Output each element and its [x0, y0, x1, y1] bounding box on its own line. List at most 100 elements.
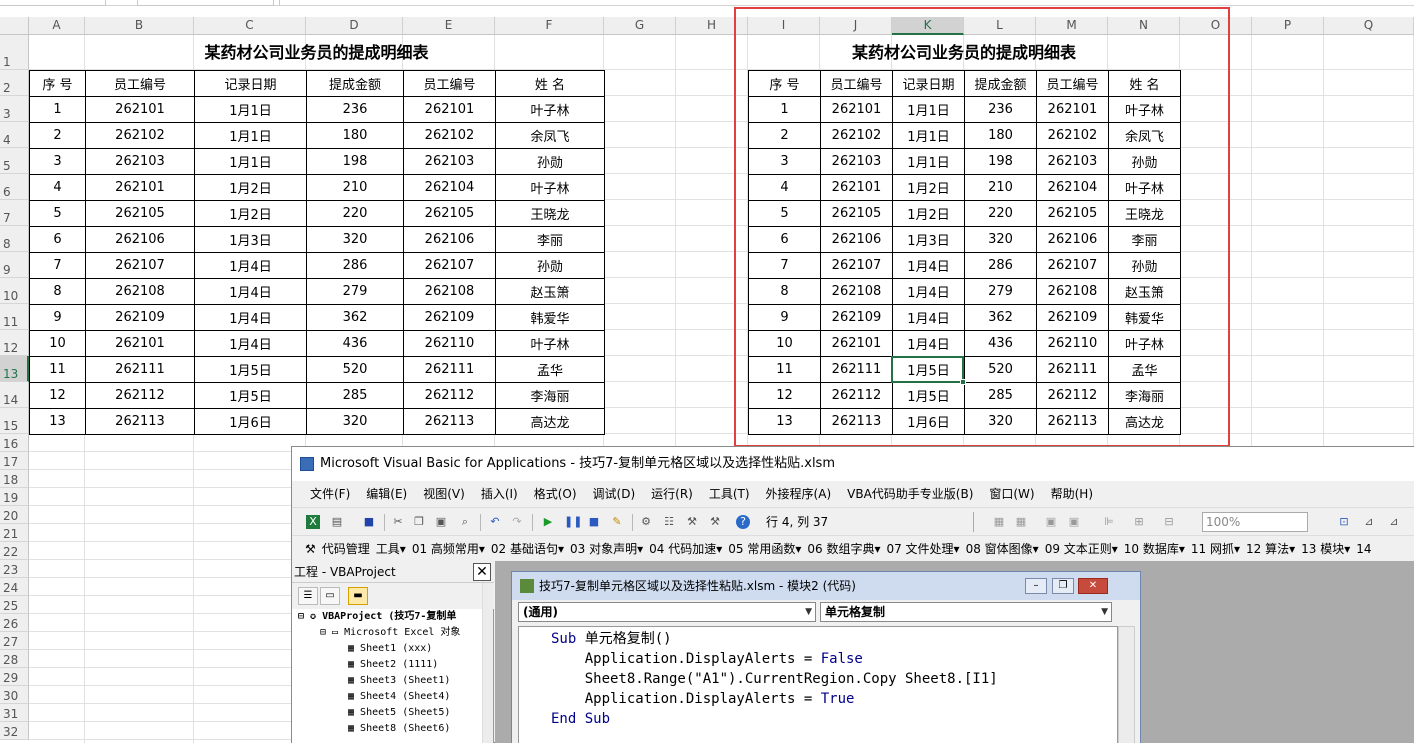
project-scrollbar[interactable]: [482, 583, 493, 743]
addin-menu-item[interactable]: 11 网抓▾: [1188, 536, 1243, 561]
cell[interactable]: 1月5日: [194, 356, 307, 383]
cell[interactable]: 220: [306, 200, 404, 227]
cell[interactable]: 262111: [403, 356, 496, 383]
cell[interactable]: 262101: [85, 330, 195, 357]
cell[interactable]: 1月2日: [194, 200, 307, 227]
cell[interactable]: 2: [29, 122, 86, 149]
addin-menu-item[interactable]: 12 算法▾: [1243, 536, 1298, 561]
cell[interactable]: 1月4日: [194, 304, 307, 331]
cell[interactable]: 1月4日: [194, 278, 307, 305]
cell[interactable]: 1月1日: [194, 96, 307, 123]
align-left-icon[interactable]: ⊫: [1102, 515, 1116, 529]
cell[interactable]: 262101: [85, 96, 195, 123]
align-icon[interactable]: ▣: [1044, 515, 1058, 529]
toolbox-icon[interactable]: ⚒: [708, 515, 722, 529]
find-icon[interactable]: ⌕: [458, 515, 472, 529]
cell[interactable]: 262105: [403, 200, 496, 227]
cell[interactable]: 12: [29, 382, 86, 409]
addin-menu-item[interactable]: 04 代码加速▾: [646, 536, 725, 561]
menu-item[interactable]: 视图(V): [415, 481, 473, 507]
tree-item[interactable]: ▦ Sheet4 (Sheet4): [292, 689, 482, 705]
cell[interactable]: 员工编号: [403, 70, 496, 97]
close-button[interactable]: ✕: [1078, 578, 1108, 594]
row-header-16[interactable]: 16: [0, 434, 29, 452]
cell[interactable]: 7: [29, 252, 86, 279]
cell[interactable]: 262109: [403, 304, 496, 331]
cell[interactable]: 1月4日: [194, 252, 307, 279]
cell[interactable]: 285: [306, 382, 404, 409]
group-icon[interactable]: ▣: [1067, 515, 1081, 529]
copy-icon[interactable]: ❐: [412, 515, 426, 529]
object-browser-icon[interactable]: ⚒: [685, 515, 699, 529]
send-back-icon[interactable]: ⊿: [1387, 515, 1401, 529]
cell[interactable]: 韩爱华: [495, 304, 605, 331]
cell[interactable]: 262103: [403, 148, 496, 175]
menu-item[interactable]: 调试(D): [585, 481, 644, 507]
addin-menu-item[interactable]: 10 数据库▾: [1121, 536, 1188, 561]
cell[interactable]: 余凤飞: [495, 122, 605, 149]
menu-item[interactable]: 格式(O): [526, 481, 585, 507]
excel-icon[interactable]: X: [306, 515, 320, 529]
cell[interactable]: 262102: [85, 122, 195, 149]
column-header-Q[interactable]: Q: [1324, 17, 1414, 35]
procedure-combo[interactable]: 单元格复制 ▼: [820, 602, 1112, 622]
cell[interactable]: 1月1日: [194, 148, 307, 175]
cell[interactable]: 1月3日: [194, 226, 307, 253]
cell[interactable]: 180: [306, 122, 404, 149]
row-header-28[interactable]: 28: [0, 650, 29, 668]
row-header-31[interactable]: 31: [0, 704, 29, 722]
column-header-B[interactable]: B: [85, 17, 194, 35]
menu-item[interactable]: 插入(I): [473, 481, 526, 507]
cell[interactable]: 1: [29, 96, 86, 123]
cell[interactable]: 286: [306, 252, 404, 279]
cell[interactable]: 叶子林: [495, 174, 605, 201]
cell[interactable]: 序 号: [29, 70, 86, 97]
cell[interactable]: 262101: [403, 96, 496, 123]
menu-item[interactable]: 窗口(W): [981, 481, 1042, 507]
view-object-icon[interactable]: ▭: [320, 587, 340, 605]
tree-item[interactable]: ▦ Sheet1 (xxx): [292, 641, 482, 657]
menu-item[interactable]: 文件(F): [302, 481, 358, 507]
cell[interactable]: 1月5日: [194, 382, 307, 409]
column-header-D[interactable]: D: [306, 17, 403, 35]
cell[interactable]: 1月4日: [194, 330, 307, 357]
vba-title-bar[interactable]: Microsoft Visual Basic for Applications …: [292, 447, 1414, 481]
row-header-23[interactable]: 23: [0, 560, 29, 578]
properties-icon[interactable]: ☷: [662, 515, 676, 529]
break-icon[interactable]: ❚❚: [564, 515, 582, 529]
menu-item[interactable]: 帮助(H): [1043, 481, 1101, 507]
help-icon[interactable]: ?: [736, 515, 750, 529]
menu-item[interactable]: 运行(R): [643, 481, 701, 507]
cell[interactable]: 记录日期: [194, 70, 307, 97]
row-header-27[interactable]: 27: [0, 632, 29, 650]
cell[interactable]: 520: [306, 356, 404, 383]
cell[interactable]: 262102: [403, 122, 496, 149]
cell[interactable]: 262107: [85, 252, 195, 279]
restore-button[interactable]: ❐: [1052, 578, 1074, 594]
row-header-24[interactable]: 24: [0, 578, 29, 596]
name-box[interactable]: [0, 0, 106, 6]
row-header-18[interactable]: 18: [0, 470, 29, 488]
row-header-9[interactable]: 9: [0, 252, 29, 278]
zoom-select[interactable]: 100%: [1202, 512, 1308, 532]
column-header-G[interactable]: G: [604, 17, 676, 35]
cell[interactable]: 320: [306, 226, 404, 253]
minimize-button[interactable]: –: [1025, 578, 1047, 594]
row-header-25[interactable]: 25: [0, 596, 29, 614]
row-header-6[interactable]: 6: [0, 174, 29, 200]
addin-menu-item[interactable]: 06 数组字典▾: [804, 536, 883, 561]
menu-item[interactable]: 编辑(E): [358, 481, 415, 507]
cell[interactable]: 262110: [403, 330, 496, 357]
tab-order-icon[interactable]: ⊡: [1337, 515, 1351, 529]
cell[interactable]: 279: [306, 278, 404, 305]
cell[interactable]: 1月2日: [194, 174, 307, 201]
row-header-2[interactable]: 2: [0, 70, 29, 96]
code-editor[interactable]: Sub 单元格复制() Application.DisplayAlerts = …: [518, 626, 1118, 743]
addin-menu-item[interactable]: 13 模块▾: [1298, 536, 1353, 561]
bring-front-icon[interactable]: ⊿: [1362, 515, 1376, 529]
close-icon[interactable]: ✕: [473, 563, 491, 581]
cell[interactable]: 262108: [85, 278, 195, 305]
row-header-12[interactable]: 12: [0, 330, 29, 356]
chevron-down-icon[interactable]: ▼: [805, 603, 812, 621]
row-header-21[interactable]: 21: [0, 524, 29, 542]
